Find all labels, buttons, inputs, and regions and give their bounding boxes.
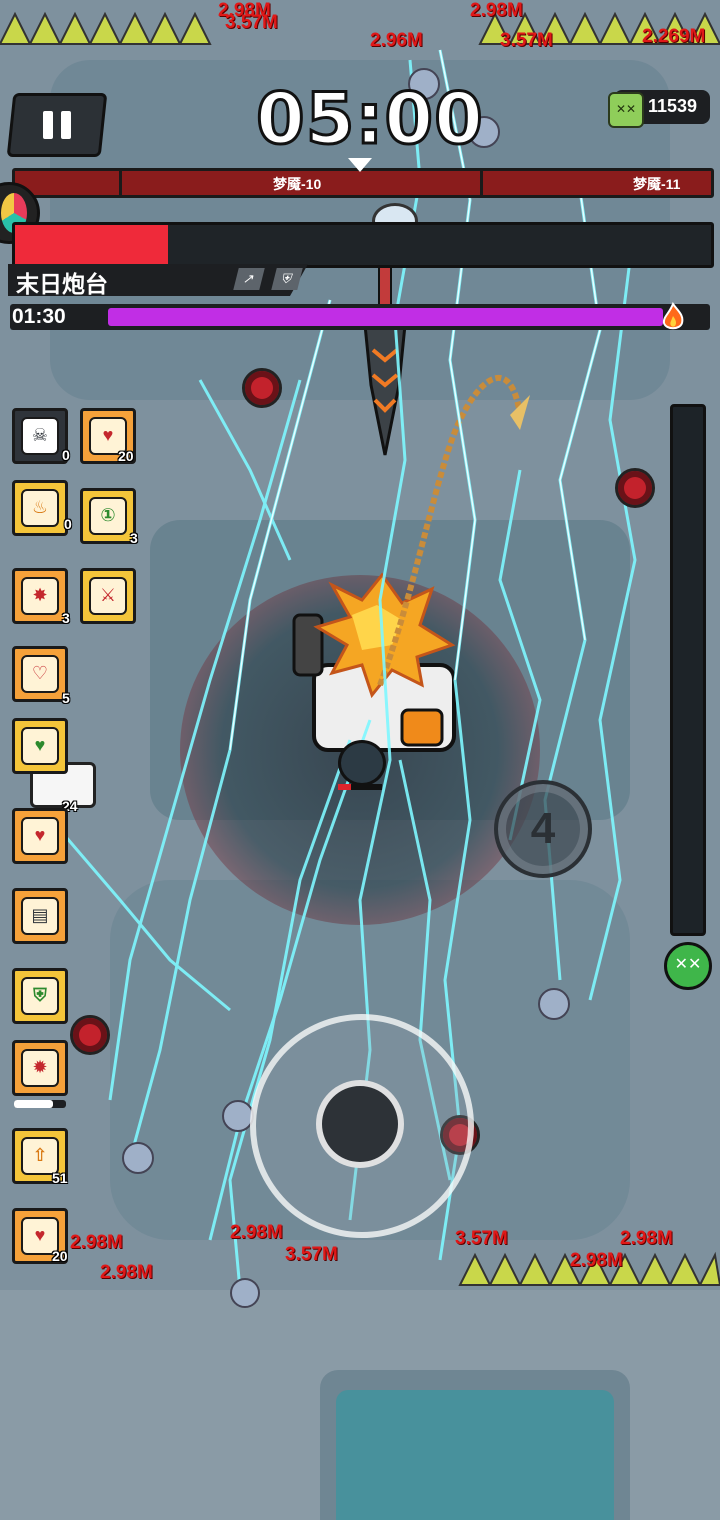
skill-burst-eye[interactable]: ✹	[12, 1040, 68, 1096]
damage-number: 3.57M	[500, 30, 553, 51]
wave-next-label: 梦魇-11	[633, 176, 681, 192]
match-timer: 05:00	[255, 77, 485, 162]
player-hp-bar	[338, 784, 382, 790]
skill-flame-hood[interactable]: ♨	[12, 480, 68, 536]
wave-current-label: 梦魇-10	[273, 176, 322, 192]
wave-progress-bar: 梦魇-10 梦魇-11	[12, 168, 714, 198]
skill-shield-one[interactable]: ⛨	[12, 968, 68, 1024]
skill-count: 20	[118, 448, 134, 464]
sword-icon: ⚔	[89, 577, 127, 615]
skill-battery[interactable]: ▤	[12, 888, 68, 944]
boss-name: 末日炮台	[16, 271, 108, 297]
boss-hp-bar	[12, 222, 714, 268]
pause-icon	[43, 111, 71, 139]
boss-hp-fill	[15, 225, 169, 265]
skill-count: 51	[52, 1170, 68, 1186]
explosion-card-icon: ✸	[21, 577, 59, 615]
slime-coin-icon: ✕✕	[608, 92, 644, 128]
enemy-sawblade	[70, 1015, 110, 1055]
skill-explosion-card[interactable]: ✸	[12, 568, 68, 624]
damage-number: 2.98M	[230, 1222, 283, 1243]
skill-count: 3	[130, 530, 138, 546]
coin-count: 11539	[648, 96, 698, 116]
skill-skull-chain[interactable]: ☠	[12, 408, 68, 464]
skill-count: 0	[64, 516, 72, 532]
rage-timer: 01:30	[12, 305, 66, 328]
ultimate-skill-button[interactable]: 4	[494, 780, 592, 878]
energy-gauge	[670, 404, 706, 936]
skill-count: 3	[62, 610, 70, 626]
damage-number: 3.57M	[455, 1228, 508, 1249]
player-character	[338, 740, 386, 786]
wave-marker	[348, 158, 372, 172]
shield-one-icon: ⛨	[21, 977, 59, 1015]
skill-sword[interactable]: ⚔	[80, 568, 136, 624]
rage-fill	[108, 308, 663, 326]
skill-cooldown-bar	[14, 1100, 66, 1108]
burst-eye-icon: ✹	[21, 1049, 59, 1087]
damage-number: 2.98M	[620, 1228, 673, 1249]
heart-icon: ♥	[21, 817, 59, 855]
fire-icon	[662, 302, 684, 330]
damage-number: 3.57M	[285, 1244, 338, 1265]
coin-one-icon: ①	[89, 497, 127, 535]
damage-number: 2.98M	[100, 1262, 153, 1283]
battery-icon: ▤	[21, 897, 59, 935]
heart-shield-icon: ♥	[21, 727, 59, 765]
slime-face-icon[interactable]: ✕✕	[664, 942, 712, 990]
enemy-orb	[538, 988, 570, 1020]
pause-button[interactable]	[6, 93, 108, 157]
damage-number: 2.98M	[470, 0, 523, 21]
skill-coin-one[interactable]: ①	[80, 488, 136, 544]
skill-heart-shield[interactable]: ♥	[12, 718, 68, 774]
enemy-sawblade	[615, 468, 655, 508]
damage-number: 3.57M	[225, 12, 278, 33]
damage-number: 2.96M	[370, 30, 423, 51]
enemy-orb	[230, 1278, 260, 1308]
skill-heart-card[interactable]: ♡	[12, 646, 68, 702]
damage-number: 2.98M	[70, 1232, 123, 1253]
flame-hood-icon: ♨	[21, 489, 59, 527]
damage-number: 2.269M	[642, 26, 706, 47]
damage-number: 2.98M	[570, 1250, 623, 1271]
enemy-sawblade	[242, 368, 282, 408]
joystick-knob[interactable]	[316, 1080, 404, 1168]
heart-card-icon: ♡	[21, 655, 59, 693]
skill-count: 20	[52, 1248, 68, 1264]
enemy-orb	[122, 1142, 154, 1174]
skill-count: 0	[62, 447, 70, 463]
skill-count: 5	[62, 690, 70, 706]
skull-chain-icon: ☠	[21, 417, 59, 455]
skill-heart[interactable]: ♥	[12, 808, 68, 864]
skill-button-label: 4	[530, 804, 556, 853]
boss-shield-icon: ⛨	[271, 268, 303, 290]
boss-trait-icon: ↗	[233, 268, 265, 290]
